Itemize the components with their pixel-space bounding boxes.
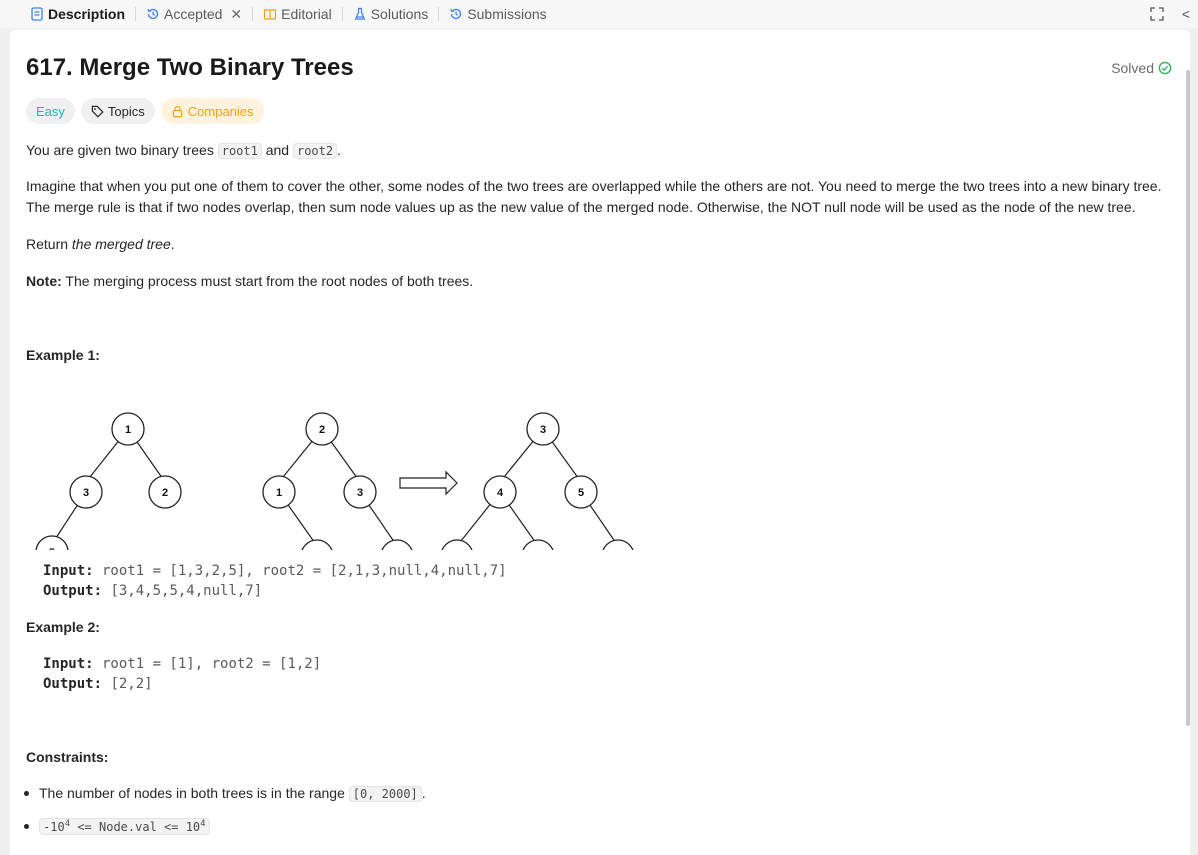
description-paragraph-2: Imagine that when you put one of them to… [26,176,1161,218]
close-icon[interactable]: ✕ [230,6,242,23]
text-line: Imagine that when you put one of them to… [26,178,1162,194]
flask-icon [354,7,366,20]
example-1-io: Input: root1 = [1,3,2,5], root2 = [2,1,3… [43,561,507,601]
output-label: Output: [43,583,103,599]
bullet [24,824,29,829]
difficulty-badge: Easy [26,98,75,124]
check-circle-icon [1158,61,1172,75]
tab-description[interactable]: Description [24,0,131,28]
input-label: Input: [43,656,94,672]
topics-button[interactable]: Topics [80,98,155,124]
example-2-io: Input: root1 = [1], root2 = [1,2] Output… [43,654,321,694]
example-1-heading: Example 1: [26,347,100,363]
tab-submissions[interactable]: Submissions [443,0,552,28]
inline-code: root2 [292,143,338,159]
text: You are given two binary trees [26,142,218,158]
solved-status: Solved [1111,60,1172,76]
inline-code: -104 <= Node.val <= 104 [39,818,210,835]
solved-label: Solved [1111,60,1154,76]
topics-label: Topics [107,103,145,119]
constraint-text: The number of nodes in both trees is in … [39,785,426,802]
description-panel: 617. Merge Two Binary Trees Solved Easy … [10,30,1190,855]
input-label: Input: [43,563,94,579]
tab-description-label: Description [48,6,126,22]
tree-node [602,539,634,550]
text: . [421,785,426,801]
problem-title: 617. Merge Two Binary Trees [26,54,354,81]
output-label: Output: [43,676,103,692]
scrollbar[interactable] [1186,70,1190,726]
node-value: 5 [578,487,584,499]
node-value: 5 [49,547,55,550]
output-value: [2,2] [102,676,153,692]
difficulty-label: Easy [36,103,65,119]
tab-bar: Description Accepted ✕ Editorial Solutio… [0,0,1198,28]
tab-solutions-label: Solutions [370,6,429,22]
tree-node [522,539,554,550]
history-icon [450,8,462,20]
tab-accepted[interactable]: Accepted ✕ [140,0,248,28]
node-value: 3 [540,424,546,436]
tab-editorial-label: Editorial [281,6,332,22]
tab-divider [341,7,343,21]
lock-icon [172,105,183,117]
input-value: root1 = [1,3,2,5], root2 = [2,1,3,null,4… [93,563,507,579]
example-2-heading: Example 2: [26,619,100,635]
node-value: 2 [319,424,325,436]
tree-node [441,539,473,550]
node-value: 3 [83,487,89,499]
node-value: 4 [497,487,504,499]
companies-button[interactable]: Companies [160,98,264,124]
note-paragraph: Note: The merging process must start fro… [26,271,473,292]
tab-divider [438,7,440,21]
companies-label: Companies [187,103,254,119]
node-value: 1 [276,487,282,499]
tag-chips: Easy Topics Companies [26,98,264,124]
input-value: root1 = [1], root2 = [1,2] [93,656,322,672]
collapse-arrow-icon[interactable]: < [1182,6,1190,22]
constraint-item: The number of nodes in both trees is in … [24,785,426,802]
text-line: The merge rule is that if two nodes over… [26,199,1136,215]
tree-node [301,539,333,550]
constraints-heading: Constraints: [26,749,109,765]
text: Return [26,236,72,252]
tab-solutions[interactable]: Solutions [347,0,435,28]
text: The merging process must start from the … [61,273,474,289]
text: -10 [43,820,65,834]
text: and [261,142,293,158]
tree-node [381,539,413,550]
tag-icon [91,105,104,118]
description-paragraph-1: You are given two binary trees root1 and… [26,140,341,162]
note-label: Note: [26,273,62,289]
node-value: 1 [125,424,131,436]
inline-code: [0, 2000] [348,786,422,802]
text: . [170,236,175,252]
tab-editorial[interactable]: Editorial [257,0,338,28]
history-icon [147,8,159,20]
tab-divider [252,7,254,21]
tab-divider [135,7,137,21]
inline-code: root1 [217,143,262,159]
book-icon [264,9,277,20]
text: . [337,142,341,158]
bullet [24,790,29,796]
tab-accepted-label: Accepted [164,6,223,22]
tab-submissions-label: Submissions [467,6,547,22]
example-1-tree-image: 1 3 2 5 2 1 3 4 7 3 4 5 5 4 7 [35,412,634,550]
constraint-item: -104 <= Node.val <= 104 [24,818,210,835]
text: The number of nodes in both trees is in … [39,785,349,801]
expand-icon[interactable] [1150,7,1164,21]
node-value: 2 [162,487,168,499]
document-icon [31,7,43,21]
text: the merged tree [71,236,171,252]
panel-controls: < [1150,6,1190,22]
node-value: 3 [357,487,363,499]
text: <= Node.val <= 10 [70,820,201,834]
output-value: [3,4,5,5,4,null,7] [102,583,263,599]
description-paragraph-3: Return the merged tree. [26,234,175,255]
exponent: 4 [200,819,206,829]
